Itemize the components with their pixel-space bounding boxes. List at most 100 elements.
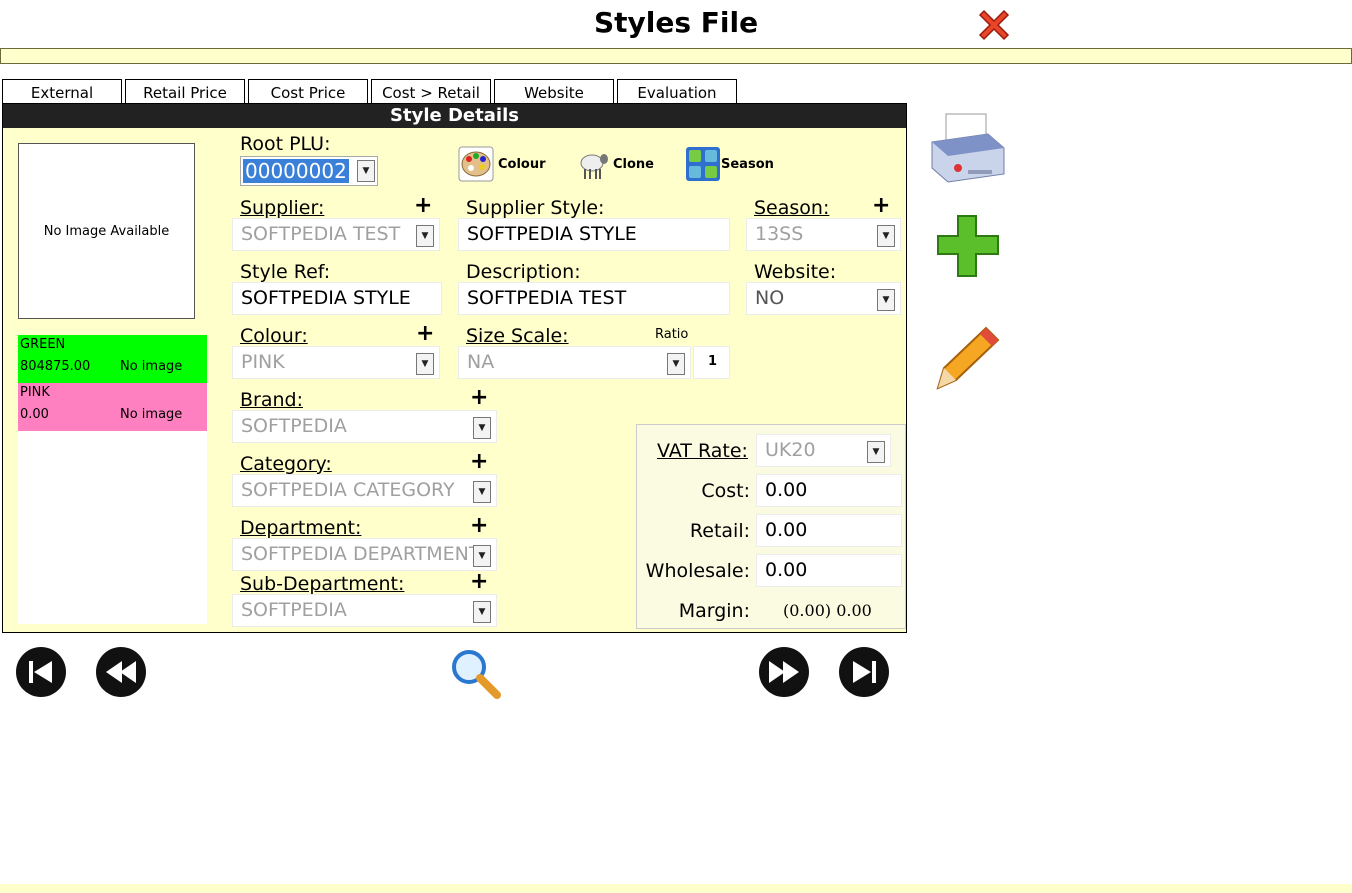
website-select[interactable]: NO ▼ [746,282,901,315]
last-record-icon[interactable] [839,647,889,697]
ratio-label: Ratio [655,327,689,342]
add-season-button[interactable]: + [872,193,890,218]
vat-rate-label[interactable]: VAT Rate: [657,440,748,462]
add-category-button[interactable]: + [470,449,488,474]
colour-value: 804875.00 [20,359,91,374]
chevron-down-icon[interactable]: ▼ [877,289,895,311]
no-image-text: No Image Available [43,223,170,239]
add-sub-department-button[interactable]: + [470,569,488,594]
season-button[interactable]: Season [721,157,774,172]
rewind-icon[interactable] [96,647,146,697]
brand-value: SOFTPEDIA [241,415,347,437]
sheep-icon[interactable] [575,146,611,182]
colour-value: 0.00 [20,407,49,422]
brand-label[interactable]: Brand: [240,389,303,411]
clone-button[interactable]: Clone [613,157,654,172]
colour-select[interactable]: PINK ▼ [232,346,440,379]
wholesale-label: Wholesale: [645,560,750,582]
category-label[interactable]: Category: [240,453,332,475]
chevron-down-icon[interactable]: ▼ [877,225,895,247]
chevron-down-icon[interactable]: ▼ [357,160,375,182]
supplier-style-input[interactable]: SOFTPEDIA STYLE [458,218,730,251]
supplier-value: SOFTPEDIA TEST [241,223,401,245]
tab-cost-price[interactable]: Cost Price [248,79,368,104]
bottom-banner [0,884,1352,893]
colour-image-status: No image [120,407,183,422]
website-label: Website: [754,261,837,283]
cost-label: Cost: [701,480,750,502]
add-supplier-button[interactable]: + [414,193,432,218]
colour-button[interactable]: Colour [498,157,546,172]
chevron-down-icon[interactable]: ▼ [473,601,491,623]
margin-label: Margin: [678,600,750,622]
fast-forward-icon[interactable] [759,647,809,697]
close-icon[interactable] [974,5,1014,45]
ratio-input[interactable]: 1 [693,346,730,379]
style-ref-label: Style Ref: [240,261,331,283]
wholesale-input[interactable]: 0.00 [756,554,902,587]
tab-retail-price[interactable]: Retail Price [125,79,245,104]
sub-department-value: SOFTPEDIA [241,599,347,621]
plus-icon[interactable] [934,212,1002,280]
category-select[interactable]: SOFTPEDIA CATEGORY ▼ [232,474,497,507]
description-input[interactable]: SOFTPEDIA TEST [458,282,730,315]
style-details-panel: Style Details No Image Available GREEN 8… [2,103,907,633]
root-plu-select[interactable]: 00000002 ▼ [240,156,378,186]
season-tiles-icon[interactable] [685,146,721,182]
style-image-placeholder[interactable]: No Image Available [18,143,195,319]
chevron-down-icon[interactable]: ▼ [667,353,685,375]
description-label: Description: [466,261,581,283]
size-scale-select[interactable]: NA ▼ [458,346,691,379]
vat-rate-value: UK20 [765,439,816,461]
chevron-down-icon[interactable]: ▼ [416,225,434,247]
add-brand-button[interactable]: + [470,385,488,410]
supplier-select[interactable]: SOFTPEDIA TEST ▼ [232,218,440,251]
tab-cost-retail[interactable]: Cost > Retail [371,79,491,104]
printer-icon[interactable] [928,108,1008,188]
add-colour-button[interactable]: + [416,321,434,346]
season-select[interactable]: 13SS ▼ [746,218,901,251]
chevron-down-icon[interactable]: ▼ [416,353,434,375]
top-banner [0,48,1352,64]
tab-website[interactable]: Website [494,79,614,104]
colour-list: GREEN 804875.00 No image PINK 0.00 No im… [18,335,207,624]
department-label[interactable]: Department: [240,517,361,539]
season-label[interactable]: Season: [754,197,829,219]
tab-external[interactable]: External [2,79,122,104]
colour-value: PINK [241,351,285,373]
palette-icon[interactable] [458,146,494,182]
style-ref-input[interactable]: SOFTPEDIA STYLE [232,282,442,315]
colour-name: GREEN [20,337,66,352]
colour-row-pink[interactable]: PINK 0.00 No image [18,383,207,431]
category-value: SOFTPEDIA CATEGORY [241,479,455,501]
colour-label[interactable]: Colour: [240,325,308,347]
department-select[interactable]: SOFTPEDIA DEPARTMENT ▼ [232,538,497,571]
vat-rate-select[interactable]: UK20 ▼ [756,434,891,467]
pencil-icon[interactable] [934,322,1004,392]
first-record-icon[interactable] [16,647,66,697]
chevron-down-icon[interactable]: ▼ [473,545,491,567]
size-scale-label[interactable]: Size Scale: [466,325,569,347]
colour-name: PINK [20,385,50,400]
panel-title: Style Details [3,104,906,128]
retail-input[interactable]: 0.00 [756,514,902,547]
supplier-label[interactable]: Supplier: [240,197,324,219]
season-value: 13SS [755,223,804,245]
chevron-down-icon[interactable]: ▼ [867,441,885,463]
pricing-box: VAT Rate: UK20 ▼ Cost: 0.00 Retail: 0.00… [636,424,906,629]
website-value: NO [755,287,785,309]
brand-select[interactable]: SOFTPEDIA ▼ [232,410,497,443]
margin-value: (0.00) 0.00 [783,601,872,620]
chevron-down-icon[interactable]: ▼ [473,481,491,503]
magnifier-icon[interactable] [449,647,501,699]
colour-row-green[interactable]: GREEN 804875.00 No image [18,335,207,383]
chevron-down-icon[interactable]: ▼ [473,417,491,439]
tab-evaluation[interactable]: Evaluation [617,79,737,104]
root-plu-label: Root PLU: [240,133,331,155]
cost-input[interactable]: 0.00 [756,474,902,507]
sub-department-label[interactable]: Sub-Department: [240,573,404,595]
size-scale-value: NA [467,351,495,373]
sub-department-select[interactable]: SOFTPEDIA ▼ [232,594,497,627]
department-value: SOFTPEDIA DEPARTMENT [241,543,481,565]
add-department-button[interactable]: + [470,513,488,538]
